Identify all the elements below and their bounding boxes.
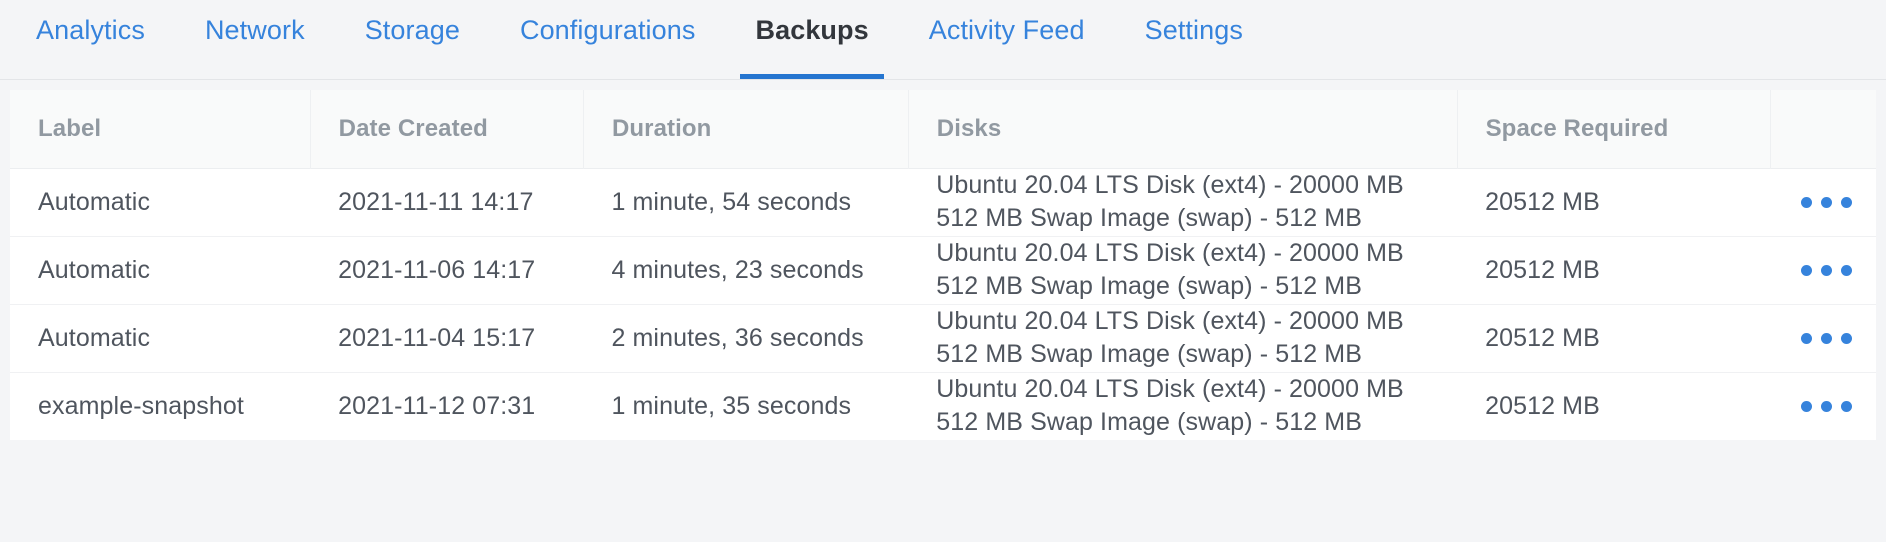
tab-network[interactable]: Network [205, 0, 305, 79]
kebab-horizontal-icon[interactable] [1799, 169, 1876, 236]
cell-actions [1771, 372, 1876, 440]
cell-date: 2021-11-11 14:17 [310, 168, 583, 236]
cell-duration: 1 minute, 54 seconds [583, 168, 908, 236]
table-body: Automatic 2021-11-11 14:17 1 minute, 54 … [10, 168, 1876, 440]
kebab-horizontal-icon[interactable] [1799, 237, 1876, 304]
cell-disks: Ubuntu 20.04 LTS Disk (ext4) - 20000 MB … [908, 168, 1457, 236]
kebab-dot [1821, 265, 1832, 276]
tab-analytics[interactable]: Analytics [36, 0, 145, 79]
kebab-dot [1821, 333, 1832, 344]
column-header-disks: Disks [908, 90, 1457, 168]
cell-space-required: 20512 MB [1457, 304, 1771, 372]
backups-table: Label Date Created Duration Disks Space … [10, 90, 1876, 440]
cell-actions [1771, 236, 1876, 304]
tab-backups[interactable]: Backups [755, 0, 868, 79]
kebab-dot [1821, 401, 1832, 412]
disk-entry: 512 MB Swap Image (swap) - 512 MB [936, 270, 1457, 303]
cell-duration: 1 minute, 35 seconds [583, 372, 908, 440]
tab-bar: Analytics Network Storage Configurations… [0, 0, 1886, 80]
table-row[interactable]: Automatic 2021-11-04 15:17 2 minutes, 36… [10, 304, 1876, 372]
cell-actions [1771, 168, 1876, 236]
kebab-dot [1801, 401, 1812, 412]
cell-space-required: 20512 MB [1457, 236, 1771, 304]
kebab-dot [1841, 265, 1852, 276]
disk-entry: 512 MB Swap Image (swap) - 512 MB [936, 406, 1457, 439]
table-row[interactable]: Automatic 2021-11-06 14:17 4 minutes, 23… [10, 236, 1876, 304]
cell-label: Automatic [10, 304, 310, 372]
table-header-row: Label Date Created Duration Disks Space … [10, 90, 1876, 168]
cell-label: Automatic [10, 168, 310, 236]
kebab-dot [1801, 333, 1812, 344]
kebab-dot [1841, 333, 1852, 344]
kebab-horizontal-icon[interactable] [1799, 305, 1876, 372]
disk-entry: Ubuntu 20.04 LTS Disk (ext4) - 20000 MB [936, 373, 1457, 406]
kebab-dot [1801, 265, 1812, 276]
tab-settings[interactable]: Settings [1145, 0, 1243, 79]
cell-date: 2021-11-12 07:31 [310, 372, 583, 440]
cell-label: example-snapshot [10, 372, 310, 440]
cell-disks: Ubuntu 20.04 LTS Disk (ext4) - 20000 MB … [908, 236, 1457, 304]
cell-disks: Ubuntu 20.04 LTS Disk (ext4) - 20000 MB … [908, 372, 1457, 440]
cell-date: 2021-11-04 15:17 [310, 304, 583, 372]
column-header-label: Label [10, 90, 310, 168]
column-header-space-required: Space Required [1457, 90, 1771, 168]
cell-date: 2021-11-06 14:17 [310, 236, 583, 304]
column-header-actions [1771, 90, 1876, 168]
cell-duration: 2 minutes, 36 seconds [583, 304, 908, 372]
disk-entry: Ubuntu 20.04 LTS Disk (ext4) - 20000 MB [936, 169, 1457, 202]
disk-entry: 512 MB Swap Image (swap) - 512 MB [936, 338, 1457, 371]
backups-page: Analytics Network Storage Configurations… [0, 0, 1886, 542]
tab-activity-feed[interactable]: Activity Feed [929, 0, 1085, 79]
cell-label: Automatic [10, 236, 310, 304]
disk-entry: Ubuntu 20.04 LTS Disk (ext4) - 20000 MB [936, 305, 1457, 338]
column-header-date-created: Date Created [310, 90, 583, 168]
cell-space-required: 20512 MB [1457, 168, 1771, 236]
disk-entry: 512 MB Swap Image (swap) - 512 MB [936, 202, 1457, 235]
cell-space-required: 20512 MB [1457, 372, 1771, 440]
column-header-duration: Duration [583, 90, 908, 168]
backups-table-container: Label Date Created Duration Disks Space … [10, 90, 1876, 440]
table-row[interactable]: example-snapshot 2021-11-12 07:31 1 minu… [10, 372, 1876, 440]
disk-entry: Ubuntu 20.04 LTS Disk (ext4) - 20000 MB [936, 237, 1457, 270]
kebab-dot [1801, 197, 1812, 208]
kebab-dot [1821, 197, 1832, 208]
table-header: Label Date Created Duration Disks Space … [10, 90, 1876, 168]
tab-configurations[interactable]: Configurations [520, 0, 696, 79]
cell-disks: Ubuntu 20.04 LTS Disk (ext4) - 20000 MB … [908, 304, 1457, 372]
table-row[interactable]: Automatic 2021-11-11 14:17 1 minute, 54 … [10, 168, 1876, 236]
kebab-horizontal-icon[interactable] [1799, 373, 1876, 441]
tab-storage[interactable]: Storage [365, 0, 460, 79]
kebab-dot [1841, 401, 1852, 412]
cell-actions [1771, 304, 1876, 372]
cell-duration: 4 minutes, 23 seconds [583, 236, 908, 304]
kebab-dot [1841, 197, 1852, 208]
